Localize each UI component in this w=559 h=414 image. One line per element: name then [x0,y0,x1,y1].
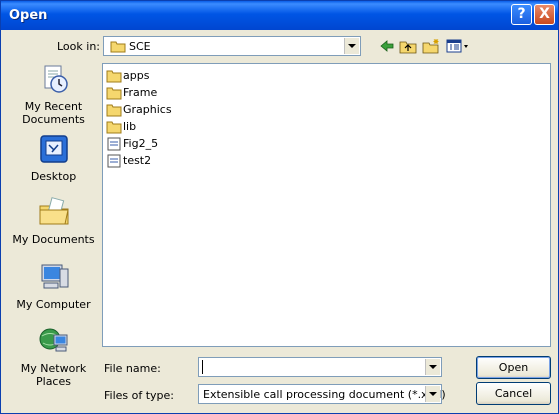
file-type-value: Extensible call processing document (*.x… [203,388,446,401]
place-my-computer[interactable]: My Computer [11,261,96,311]
document-icon [107,154,121,168]
desktop-icon [39,135,68,163]
close-button[interactable]: X [534,4,555,25]
my-documents-icon [39,197,69,225]
file-list[interactable]: apps Frame Graphics lib Fig2_5 test2 [102,63,551,347]
chevron-down-icon[interactable] [425,359,440,375]
open-button[interactable]: Open [476,356,551,379]
file-name: apps [123,69,150,82]
place-my-recent-documents[interactable]: My Recent Documents [11,63,96,126]
document-icon [107,137,121,151]
new-folder-icon[interactable] [422,38,440,54]
chevron-down-icon[interactable] [425,386,440,402]
folder-icon [106,104,122,117]
file-name: Fig2_5 [123,137,159,150]
file-name-label: File name: [104,362,161,375]
file-name-field[interactable] [198,357,442,377]
place-my-network-places[interactable]: My Network Places [11,325,96,388]
folder-icon [106,87,122,100]
file-name: test2 [123,154,152,167]
place-desktop[interactable]: Desktop [11,133,96,183]
place-label: My Recent Documents [22,100,85,126]
up-folder-icon[interactable] [399,38,417,54]
look-in-value: SCE [129,40,151,53]
open-dialog: Open ? X Look in: SCE My Recent Document… [0,0,559,414]
back-arrow-icon[interactable] [378,38,396,54]
title-bar[interactable]: Open ? X [1,1,558,30]
file-name: Frame [123,86,158,99]
place-label: My Documents [12,233,95,246]
window-title: Open [9,8,48,23]
place-label: My Network Places [20,362,87,388]
recent-documents-icon [44,65,68,93]
file-name: lib [123,120,137,133]
look-in-label: Look in: [57,40,100,53]
folder-icon [106,70,122,83]
help-button[interactable]: ? [511,4,532,25]
chevron-down-icon[interactable] [344,38,359,54]
place-label: My Computer [16,298,91,311]
file-name: Graphics [123,103,172,116]
cancel-button[interactable]: Cancel [476,382,551,405]
file-type-dropdown[interactable]: Extensible call processing document (*.x… [198,384,446,404]
my-computer-icon [41,264,68,289]
folder-icon [106,121,122,134]
text-caret [202,360,203,374]
view-menu-icon[interactable] [446,38,470,54]
look-in-dropdown[interactable]: SCE [103,36,361,56]
network-places-icon [39,328,67,352]
folder-icon [110,41,126,53]
place-my-documents[interactable]: My Documents [11,196,96,246]
place-label: Desktop [30,170,77,183]
file-type-label: Files of type: [104,389,175,402]
